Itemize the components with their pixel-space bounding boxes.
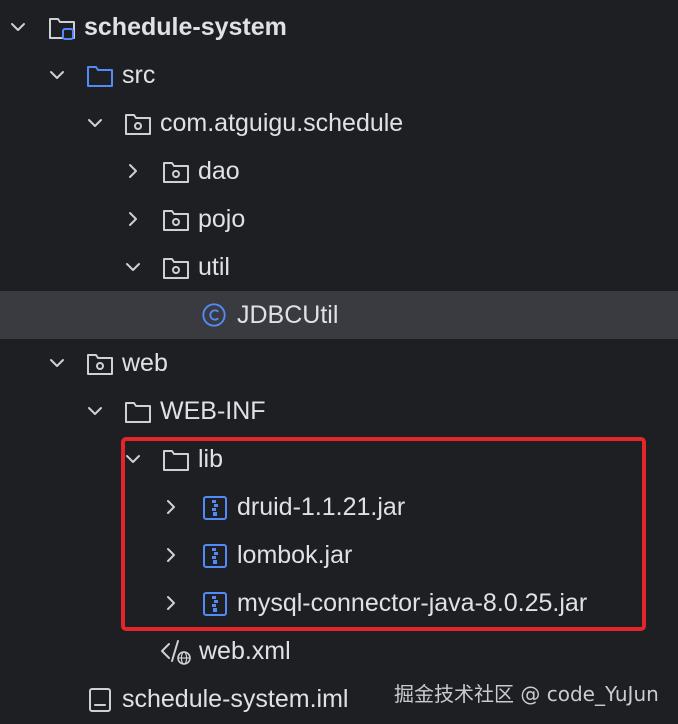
chevron-right-icon[interactable] — [123, 161, 143, 181]
chevron-right-icon[interactable] — [123, 209, 143, 229]
iml-file-icon — [89, 688, 111, 712]
package-folder-icon — [163, 210, 189, 231]
tree-label-root: schedule-system — [84, 13, 287, 41]
chevron-down-icon[interactable] — [85, 401, 105, 421]
java-class-icon — [202, 303, 226, 327]
package-folder-icon — [125, 114, 151, 135]
tree-label-src: src — [122, 61, 156, 89]
tree-label-util: util — [198, 253, 230, 281]
tree-row-src[interactable]: src — [0, 51, 678, 99]
tree-row-jdbcutil[interactable]: JDBCUtil — [0, 291, 678, 339]
folder-icon — [125, 402, 151, 423]
tree-label-web: web — [122, 349, 168, 377]
tree-label-jdbcutil: JDBCUtil — [237, 301, 339, 329]
chevron-down-icon[interactable] — [8, 17, 28, 37]
tree-label-web-inf: WEB-INF — [160, 397, 266, 425]
xml-file-icon — [161, 640, 191, 665]
tree-label-iml: schedule-system.iml — [122, 685, 349, 713]
chevron-down-icon[interactable] — [85, 113, 105, 133]
tree-label-package: com.atguigu.schedule — [160, 109, 404, 137]
module-folder-icon — [49, 18, 75, 40]
highlight-annotation-box — [121, 437, 646, 631]
chevron-down-icon[interactable] — [123, 257, 143, 277]
tree-row-web[interactable]: web — [0, 339, 678, 387]
package-folder-icon — [163, 162, 189, 183]
package-folder-icon — [163, 258, 189, 279]
tree-label-dao: dao — [198, 157, 240, 185]
chevron-down-icon[interactable] — [47, 65, 67, 85]
web-folder-icon — [87, 354, 113, 375]
watermark-text: 掘金技术社区 @ code_YuJun — [394, 682, 659, 706]
tree-label-pojo: pojo — [198, 205, 246, 233]
tree-row-web-inf[interactable]: WEB-INF — [0, 387, 678, 435]
tree-row-package[interactable]: com.atguigu.schedule — [0, 99, 678, 147]
chevron-down-icon[interactable] — [47, 353, 67, 373]
tree-row-util[interactable]: util — [0, 243, 678, 291]
tree-row-root[interactable]: schedule-system — [0, 3, 678, 51]
tree-row-web-xml[interactable]: web.xml — [0, 627, 678, 675]
tree-row-dao[interactable]: dao — [0, 147, 678, 195]
tree-label-web-xml: web.xml — [199, 637, 291, 665]
source-folder-icon — [87, 66, 113, 87]
project-tree: schedule-system src com.atguigu.schedule… — [0, 0, 678, 724]
tree-row-pojo[interactable]: pojo — [0, 195, 678, 243]
